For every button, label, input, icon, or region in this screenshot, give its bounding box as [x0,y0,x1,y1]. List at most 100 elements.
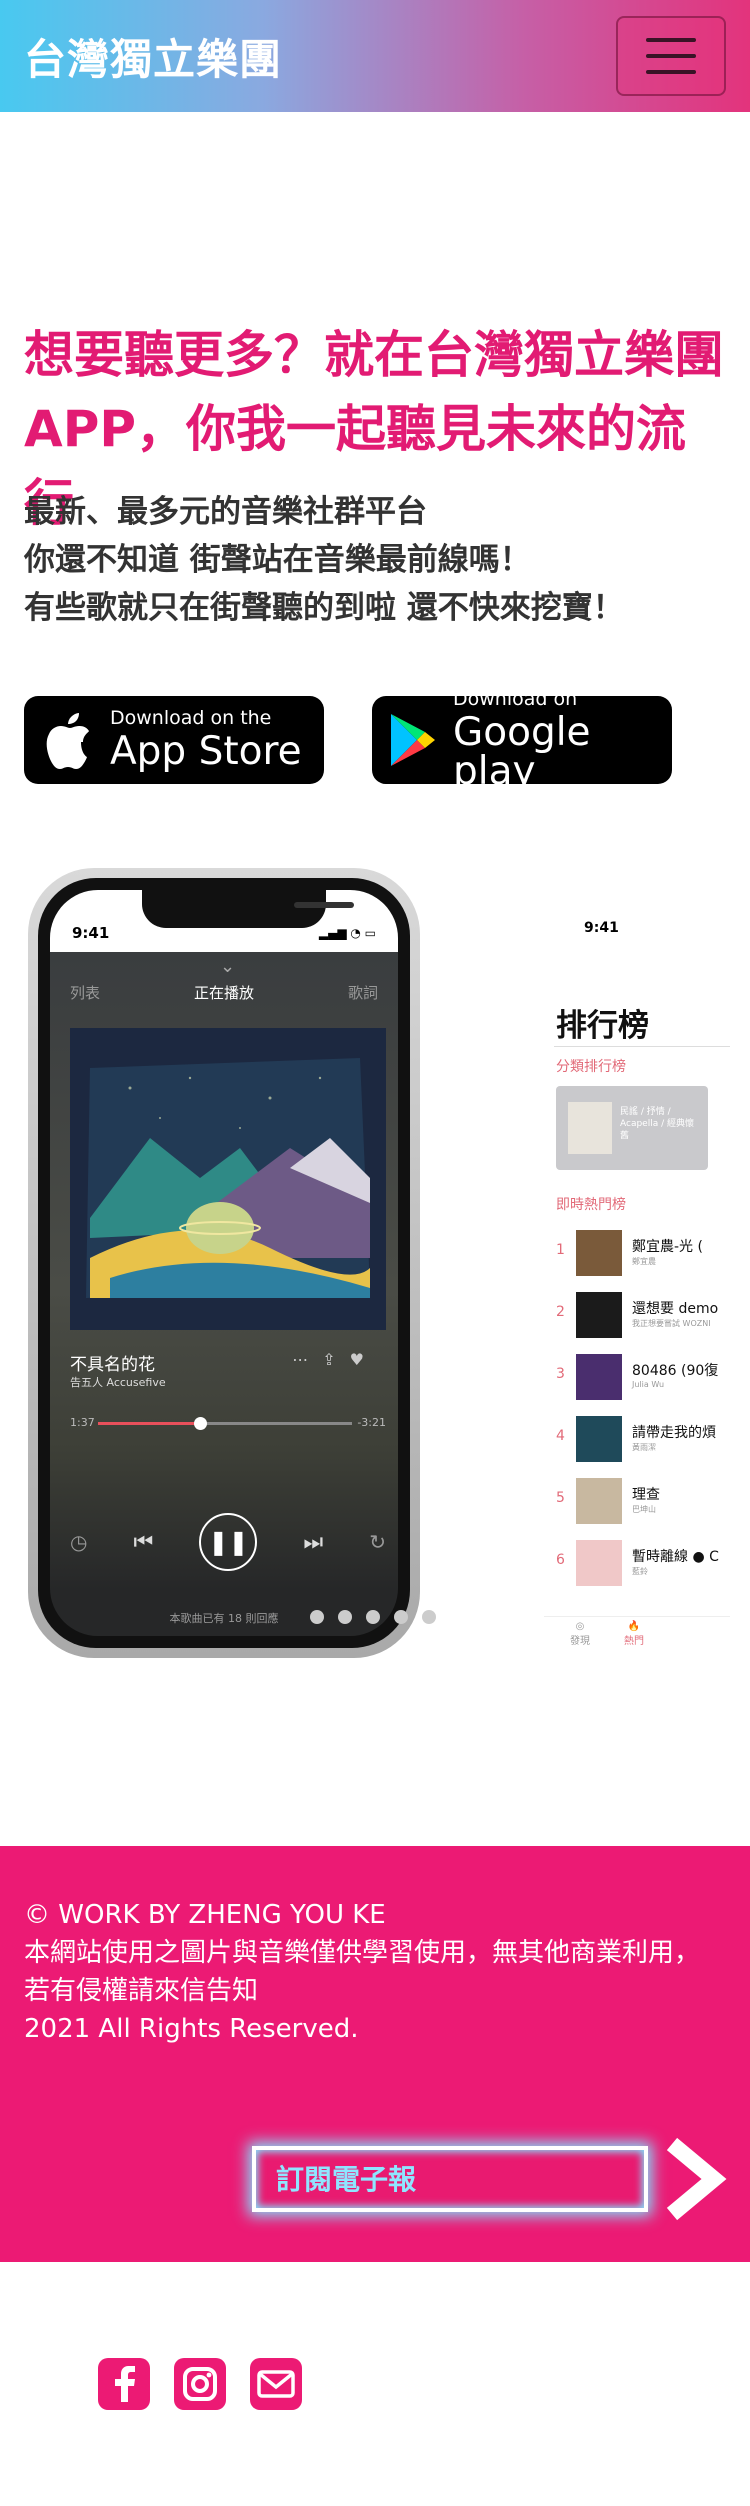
footer-rights: 2021 All Rights Reserved. [24,2014,359,2044]
app-screenshot-carousel[interactable]: 9:41 ▂▄▆ ◔ ▭ ⌄ 列表 正在播放 歌詞 不具名的花 告五人 Accu… [24,862,730,1662]
apple-icon [24,696,110,784]
rank-title: 請帶走我的煩 [632,1425,716,1441]
carousel-dot[interactable] [338,1610,352,1624]
previous-icon[interactable]: ⏮ [133,1530,153,1555]
hero-description: 最新、最多元的音樂社群平台 你還不知道 街聲站在音樂最前線嗎！ 有些歌就只在街聲… [24,488,724,632]
google-play-icon [372,696,453,784]
footer-text: © WORK BY ZHENG YOU KE 本網站使用之圖片與音樂僅供學習使用… [24,1896,724,2048]
rank-thumbnail [576,1354,622,1400]
tab-now-playing: 正在播放 [193,984,254,1002]
footer-credit: © WORK BY ZHENG YOU KE [24,1900,386,1930]
hero-desc-line: 你還不知道 街聲站在音樂最前線嗎！ [24,542,531,578]
remaining-time: -3:21 [357,1416,386,1429]
rank-title: 還想要 demo [632,1301,719,1317]
carousel-dot[interactable] [310,1610,324,1624]
hamburger-icon-line [646,70,696,74]
rank-thumbnail [576,1478,622,1524]
progress-track[interactable] [98,1417,352,1430]
song-artist: 告五人 Accusefive [70,1376,166,1389]
carousel-dot[interactable] [366,1610,380,1624]
hamburger-icon-line [646,54,696,58]
tab-hot[interactable]: 🔥 熱門 [614,1621,654,1647]
progress-knob[interactable] [193,1417,207,1430]
app-store-small-label: Download on the [110,707,272,729]
rank-thumbnail [576,1540,622,1586]
player-tabs: 列表 正在播放 歌詞 [50,982,398,1003]
charts-tabbar: ◎ 發現 🔥 熱門 [544,1616,730,1658]
rank-artist: Julia Wu [632,1380,665,1389]
rank-number: 3 [556,1366,565,1382]
elapsed-time: 1:37 [70,1416,95,1429]
rank-title: 理查 [632,1487,660,1503]
playback-controls: ◷ ⏮ ❚❚ ⏭ ↻ [70,1512,386,1572]
google-play-button[interactable]: Download on Google play [372,689,672,791]
heart-icon[interactable]: ♥ [350,1350,378,1369]
next-icon[interactable]: ⏭ [303,1530,323,1555]
phone-notch [142,890,354,928]
rank-number: 6 [556,1552,565,1568]
rank-artist: 我正想要嘗試 WOZNI [632,1319,711,1328]
rank-title: 鄭宜農-光 ( [632,1239,703,1255]
share-icon[interactable]: ⇪ [322,1350,349,1369]
rank-row[interactable]: 2 還想要 demo 我正想要嘗試 WOZNI [556,1290,730,1340]
section-category-charts: 分類排行榜 [556,1059,626,1075]
google-play-small-label: Download on [453,687,578,710]
charts-title: 排行榜 [556,1008,649,1044]
rank-row[interactable]: 4 請帶走我的煩黃雨潔 [556,1414,730,1464]
hamburger-icon [646,38,696,42]
category-card-text: 民謠 / 抒情 / Acapella / 經典懷舊 [620,1107,694,1141]
tab-list: 列表 [70,984,101,1002]
more-icon[interactable]: ⋯ [292,1350,322,1369]
rank-row[interactable]: 6 暫時離線 ● C 藍鈴 [556,1538,730,1588]
category-thumbnail [568,1102,612,1154]
facebook-icon[interactable] [98,2358,150,2410]
rank-artist: 鄭宜農 [632,1257,656,1266]
rank-row[interactable]: 1 鄭宜農-光 ( 鄭宜農 [556,1228,730,1278]
timer-icon[interactable]: ◷ [70,1530,87,1554]
rank-title: 80486 (90復 [632,1363,719,1379]
instagram-icon[interactable] [174,2358,226,2410]
progress-fill [98,1422,200,1425]
hero-desc-line: 最新、最多元的音樂社群平台 [24,494,427,530]
menu-toggle-button[interactable] [616,16,726,96]
rank-thumbnail [576,1292,622,1338]
playback-progress[interactable]: 1:37 -3:21 [70,1416,386,1436]
arrow-right-icon[interactable] [660,2134,730,2224]
category-card[interactable]: 民謠 / 抒情 / Acapella / 經典懷舊 [556,1086,708,1170]
status-time: 9:41 [72,924,110,942]
phone-mockup: 9:41 ▂▄▆ ◔ ▭ ⌄ 列表 正在播放 歌詞 不具名的花 告五人 Accu… [28,868,420,1658]
site-brand[interactable]: 台灣獨立樂團 [24,26,282,87]
album-artwork [70,1028,386,1330]
newsletter-input[interactable] [276,2162,644,2196]
chevron-down-icon: ⌄ [220,956,236,977]
rank-artist: 黃雨潔 [632,1443,656,1452]
song-title: 不具名的花 [70,1355,155,1375]
google-play-big-label: Google play [453,709,591,794]
rank-number: 2 [556,1304,565,1320]
pause-button[interactable]: ❚❚ [199,1513,258,1571]
rank-artist: 藍鈴 [632,1567,648,1576]
app-store-big-label: App Store [110,729,302,774]
tab-lyrics: 歌詞 [347,984,378,1002]
charts-screen: 9:41 排行榜 分類排行榜 民謠 / 抒情 / Acapella / 經典懷舊… [544,868,730,1658]
carousel-dot[interactable] [394,1610,408,1624]
song-actions: ⋯⇪♥ [292,1350,378,1369]
newsletter-field[interactable] [252,2146,648,2212]
section-live-charts: 即時熱門榜 [556,1197,626,1213]
rank-row[interactable]: 3 80486 (90復 Julia Wu [556,1352,730,1402]
mail-icon[interactable] [250,2358,302,2410]
carousel-dots [310,1610,436,1624]
player-screen: 9:41 ▂▄▆ ◔ ▭ ⌄ 列表 正在播放 歌詞 不具名的花 告五人 Accu… [50,890,398,1636]
rank-row[interactable]: 5 理查 巴坤山 [556,1476,730,1526]
rank-thumbnail [576,1230,622,1276]
carousel-dot[interactable] [422,1610,436,1624]
rank-number: 4 [556,1428,565,1444]
social-links [98,2358,302,2410]
app-store-button[interactable]: Download on the App Store [24,696,324,784]
tab-discover[interactable]: ◎ 發現 [560,1621,600,1647]
repeat-icon[interactable]: ↻ [369,1530,386,1554]
rank-number: 5 [556,1490,565,1506]
rank-number: 1 [556,1242,565,1258]
rank-title: 暫時離線 ● C [632,1549,719,1565]
site-footer: © WORK BY ZHENG YOU KE 本網站使用之圖片與音樂僅供學習使用… [0,1846,750,2262]
